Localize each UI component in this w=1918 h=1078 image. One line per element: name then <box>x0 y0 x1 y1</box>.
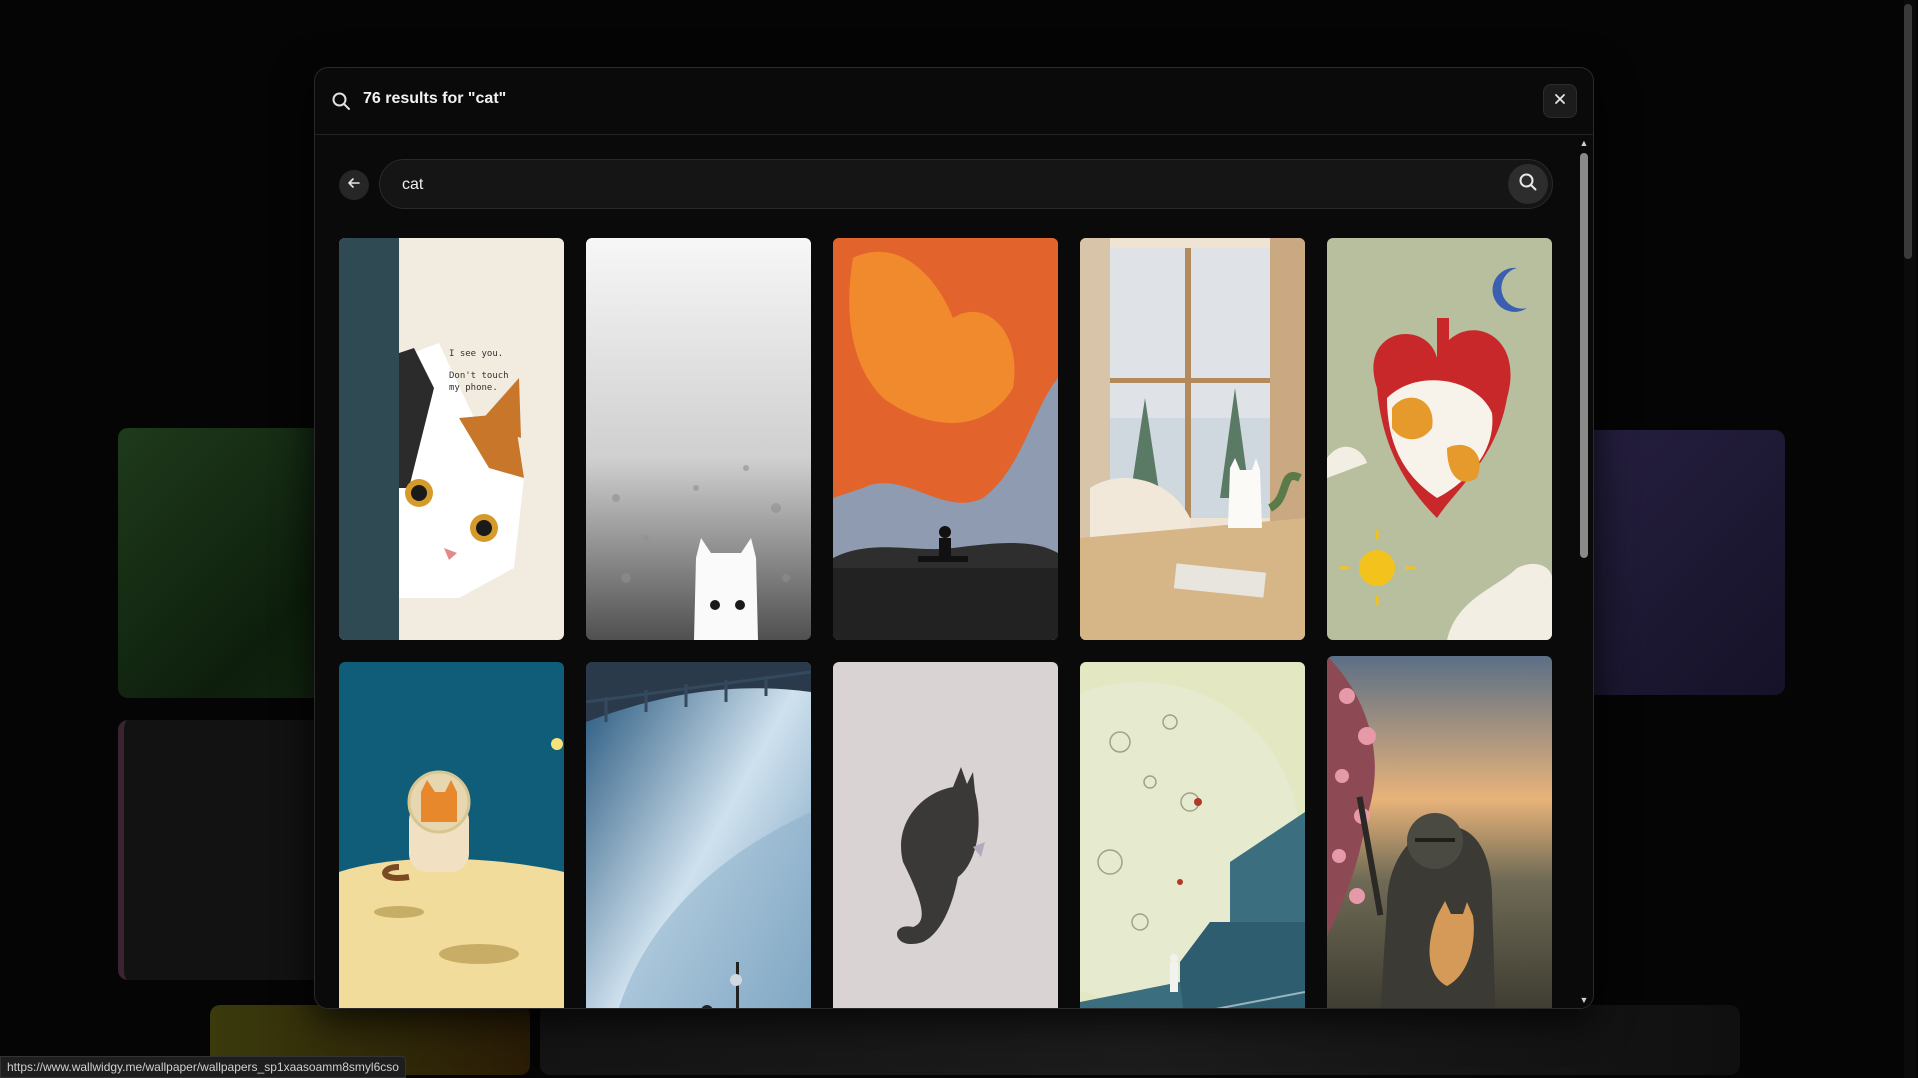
background-card <box>540 1005 1740 1075</box>
back-button[interactable] <box>339 170 369 200</box>
arrow-left-icon <box>347 176 361 195</box>
background-card <box>1585 430 1785 695</box>
wallpaper-thumbnail-calico-cat[interactable]: I see you. Don't touch my phone. <box>339 238 564 640</box>
wallpaper-thumbnail-blue-station[interactable] <box>586 662 811 1008</box>
modal-header: 76 results for "cat" <box>315 68 1593 135</box>
search-input[interactable] <box>400 160 1484 210</box>
wallpaper-thumbnail-knight-cat[interactable] <box>1327 656 1552 1008</box>
wallpaper-thumbnail-rainy-window[interactable] <box>586 238 811 640</box>
wallpaper-text-line: my phone. <box>449 383 498 393</box>
close-button[interactable] <box>1543 84 1577 118</box>
wallpaper-thumbnail-astronaut-cat[interactable] <box>339 662 564 1008</box>
search-icon <box>331 91 351 111</box>
modal-body: I see you. Don't touch my phone. <box>315 135 1575 1008</box>
wallpaper-text-line: I see you. <box>449 349 503 359</box>
search-icon <box>1518 172 1538 197</box>
scroll-down-icon[interactable]: ▼ <box>1579 995 1589 1005</box>
scroll-up-icon[interactable]: ▲ <box>1579 138 1589 148</box>
wallpaper-text-line: Don't touch <box>449 371 509 381</box>
status-bar-url: https://www.wallwidgy.me/wallpaper/wallp… <box>0 1056 406 1078</box>
wallpaper-thumbnail-moon-rooftop[interactable] <box>1080 662 1305 1008</box>
modal-scrollbar-thumb[interactable] <box>1580 153 1588 558</box>
wallpaper-thumbnail-snowy-window[interactable] <box>1080 238 1305 640</box>
wallpaper-thumbnail-black-cat[interactable] <box>833 662 1058 1008</box>
background-card <box>118 720 334 980</box>
modal-title: 76 results for "cat" <box>363 90 507 107</box>
search-box <box>379 159 1553 210</box>
wallpaper-thumbnail-heart-cat[interactable] <box>1327 238 1552 640</box>
page-scrollbar[interactable] <box>1904 0 1916 1078</box>
page-scrollbar-thumb[interactable] <box>1904 4 1912 259</box>
close-icon <box>1554 92 1566 110</box>
modal-scrollbar[interactable]: ▲ ▼ <box>1575 135 1593 1008</box>
search-submit-button[interactable] <box>1508 164 1548 204</box>
wallpaper-thumbnail-orange-cloud[interactable] <box>833 238 1058 640</box>
search-results-modal: 76 results for "cat" cat I see you. Don'… <box>314 67 1594 1009</box>
